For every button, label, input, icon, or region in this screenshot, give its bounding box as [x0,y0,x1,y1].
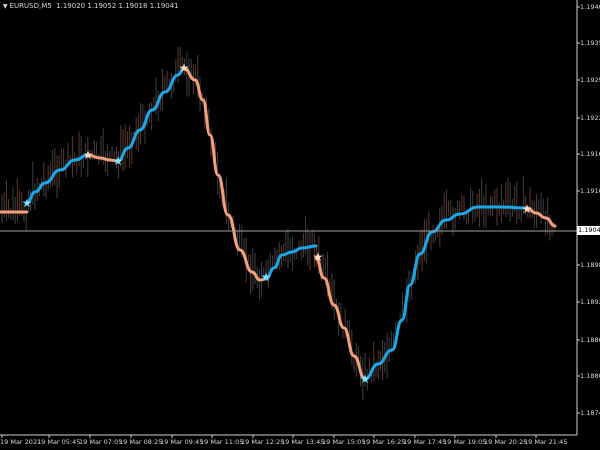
bear-trend-line [182,66,268,282]
price-tick-label: 1.18925 [580,298,600,306]
star-signal-icon: ★ [313,250,324,264]
symbol-timeframe: EURUSD,M5 [9,2,52,10]
price-tick-label: 1.19405 [580,3,600,11]
price-tick-label: 1.18805 [580,372,600,380]
time-tick-label: 19 Mar 11:05 [200,438,244,446]
chart-window[interactable]: ★ ★ ★ ★ ★ ★ ★ ★ ▼ EURUSD,M5 1.19020 1.19052 1.19… [0,0,600,450]
price-tick-label: 1.19105 [580,187,600,195]
current-price-label: 1.19041 [577,226,600,235]
signal-stars: ★ ★ ★ ★ ★ ★ ★ ★ [22,61,533,386]
star-signal-icon: ★ [113,154,124,168]
time-tick-label: 19 Mar 13:45 [281,438,325,446]
time-tick-label: 19 Mar 09:45 [160,438,204,446]
price-tick-label: 1.19225 [580,114,600,122]
star-signal-icon: ★ [179,61,190,75]
indicator-lines [0,66,557,381]
price-tick-label: 1.19165 [580,150,600,158]
ohlc-values: 1.19020 1.19052 1.19018 1.19041 [56,2,179,10]
time-tick-label: 19 Mar 05:45 [37,438,81,446]
price-bars [1,46,555,400]
time-tick-label: 19 Mar 15:05 [322,438,366,446]
bull-trend-line [264,244,318,281]
price-tick-label: 1.19350 [580,39,600,47]
time-tick-label: 19 Mar 08:25 [119,438,163,446]
time-tick-label: 19 Mar 2021 [0,438,42,446]
triangle-down-icon[interactable]: ▼ [3,3,8,10]
star-signal-icon: ★ [360,372,371,386]
price-tick-label: 1.18985 [580,261,600,269]
time-tick-label: 19 Mar 16:25 [362,438,406,446]
time-tick-label: 19 Mar 19:05 [443,438,487,446]
star-signal-icon: ★ [261,270,272,284]
star-signal-icon: ★ [83,148,94,162]
star-signal-icon: ★ [522,202,533,216]
time-tick-label: 19 Mar 17:45 [403,438,447,446]
time-tick-label: 19 Mar 20:25 [484,438,528,446]
time-tick-label: 19 Mar 07:05 [79,438,123,446]
bear-trend-line [314,256,367,381]
price-tick-label: 1.18865 [580,336,600,344]
time-tick-label: 19 Mar 12:25 [241,438,285,446]
price-tick-label: 1.18745 [580,409,600,417]
star-signal-icon: ★ [22,196,33,210]
time-tick-label: 19 Mar 21:45 [524,438,568,446]
price-tick-label: 1.19295 [580,76,600,84]
price-chart-canvas[interactable]: ★ ★ ★ ★ ★ ★ ★ ★ [0,0,600,450]
chart-header: ▼ EURUSD,M5 1.19020 1.19052 1.19018 1.190… [3,2,179,11]
